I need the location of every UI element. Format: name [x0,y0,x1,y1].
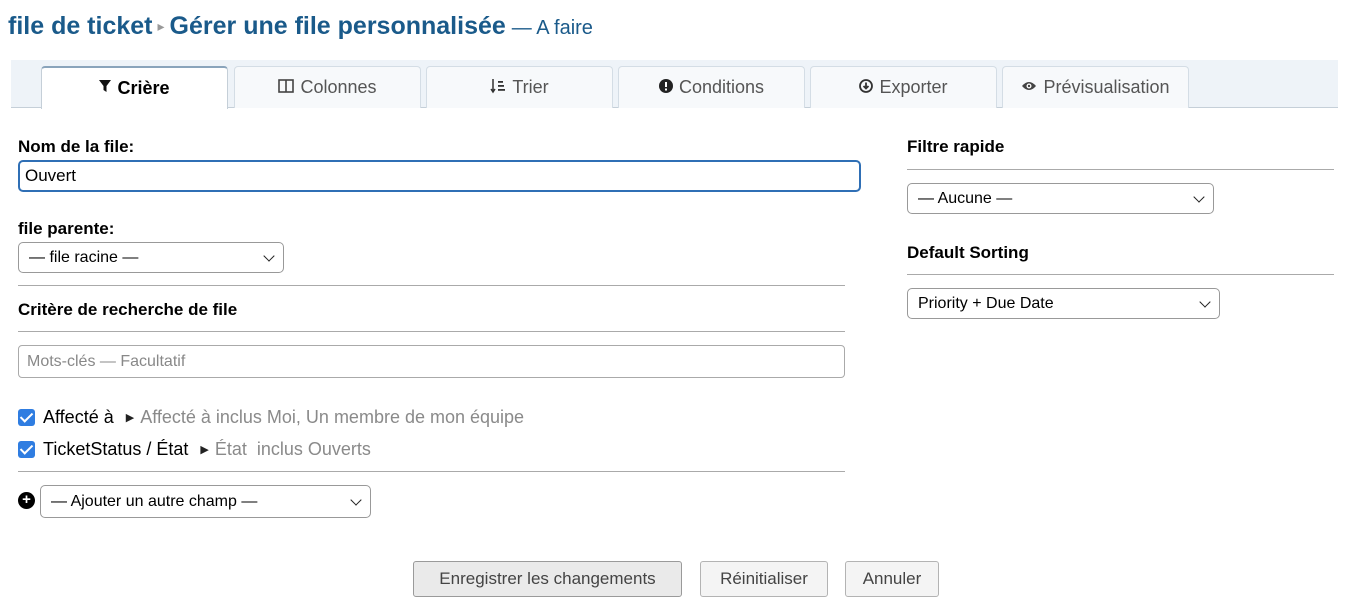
divider [907,169,1334,170]
page-title: file de ticket ▸ Gérer une file personnali… [8,10,593,45]
tab-label: Crière [117,78,170,98]
tab-label: Exporter [879,77,948,97]
divider [18,285,845,286]
chevron-down-icon [350,493,362,506]
keywords-input[interactable] [18,345,845,378]
filter-icon [99,80,112,97]
chevron-down-icon [1193,190,1205,203]
tab-export[interactable]: Exporter [810,66,997,108]
page-subtitle: — A faire [511,17,593,39]
queue-name-input[interactable] [18,160,861,192]
tab-preview[interactable]: Prévisualisation [1002,66,1189,108]
add-field-value: — Ajouter un autre champ — [51,492,258,510]
chevron-down-icon [1199,295,1211,308]
criteria-row-status: TicketStatus / État ▶ État inclus Ouvert… [18,439,371,460]
criteria-row-assigned: Affecté à ▶ Affecté à inclus Moi, Un mem… [18,407,524,428]
tab-sort[interactable]: Trier [426,66,613,108]
exclamation-icon [658,78,673,97]
quick-filter-select[interactable]: — Aucune — [907,183,1214,214]
queue-name-label: Nom de la file: [18,137,135,156]
eye-icon [1021,79,1037,96]
breadcrumb-link[interactable]: file de ticket [8,12,153,40]
quick-filter-value: — Aucune — [918,189,1013,207]
page-heading: Gérer une file personnalisée [169,12,506,40]
default-sorting-label: Default Sorting [907,243,1029,262]
assigned-checkbox[interactable] [18,409,35,426]
status-checkbox[interactable] [18,441,35,458]
criteria-field-label: Affecté à [43,407,114,427]
criteria-field-label: TicketStatus / État [43,439,189,459]
sort-icon [490,78,506,98]
tab-conditions[interactable]: Conditions [618,66,805,108]
expand-caret-icon[interactable]: ▶ [126,411,134,424]
chevron-down-icon [263,249,275,262]
tab-label: Conditions [678,77,765,97]
parent-queue-select[interactable]: — file racine — [18,242,284,273]
parent-queue-label: file parente: [18,219,115,238]
expand-caret-icon[interactable]: ▶ [200,443,208,456]
tab-bar: Crière Colonnes Trier Conditions Exporte… [11,60,1338,109]
tab-label: Trier [512,77,549,97]
reset-button[interactable]: Réinitialiser [700,561,828,597]
divider [907,274,1334,275]
divider [18,331,845,332]
quick-filter-label: Filtre rapide [907,137,1005,156]
columns-icon [278,78,295,97]
criteria-summary[interactable]: État inclus Ouverts [215,439,371,460]
criteria-heading: Critère de recherche de file [18,300,238,319]
download-icon [859,78,874,97]
tab-label: Colonnes [300,77,377,97]
criteria-summary[interactable]: Affecté à inclus Moi, Un membre de mon é… [140,407,524,428]
tab-label: Prévisualisation [1043,77,1170,97]
tab-columns[interactable]: Colonnes [234,66,421,108]
default-sorting-select[interactable]: Priority + Due Date [907,288,1220,319]
default-sorting-value: Priority + Due Date [918,294,1054,312]
parent-queue-value: — file racine — [29,248,139,266]
add-field-select[interactable]: — Ajouter un autre champ — [40,485,371,518]
tab-criteria[interactable]: Crière [41,66,228,109]
cancel-button[interactable]: Annuler [845,561,939,597]
chevron-right-icon: ▸ [157,18,165,34]
plus-circle-icon[interactable]: + [18,492,35,509]
divider [18,471,845,472]
save-button[interactable]: Enregistrer les changements [413,561,682,597]
